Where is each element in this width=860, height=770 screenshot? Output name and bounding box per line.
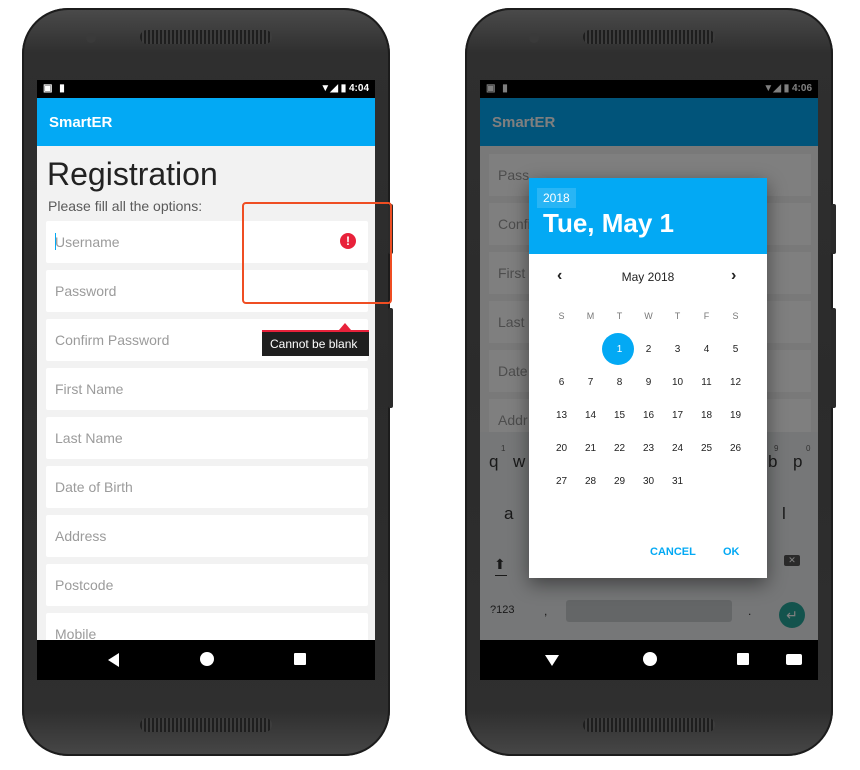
calendar-day[interactable]: 31 bbox=[663, 467, 692, 496]
calendar-day[interactable]: 24 bbox=[663, 434, 692, 463]
calendar-day[interactable]: 6 bbox=[547, 368, 576, 397]
volume-button bbox=[831, 204, 836, 254]
top-speaker bbox=[583, 30, 715, 44]
weekday-label: T bbox=[674, 311, 681, 321]
postcode-placeholder: Postcode bbox=[55, 577, 114, 593]
weekday-label: M bbox=[586, 311, 595, 321]
calendar-day[interactable]: 5 bbox=[721, 335, 750, 364]
bottom-speaker bbox=[583, 718, 715, 732]
calendar-day[interactable]: 4 bbox=[692, 335, 721, 364]
username-placeholder: Username bbox=[55, 234, 120, 250]
date-of-birth-placeholder: Date of Birth bbox=[55, 479, 133, 495]
calendar-day[interactable]: 9 bbox=[634, 368, 663, 397]
phone-right: ▣ ▮ ▼◢ ▮ 4:06 SmartER Pass Confi First L… bbox=[465, 8, 836, 756]
recents-icon[interactable] bbox=[737, 653, 749, 665]
error-tooltip-text: Cannot be blank bbox=[270, 337, 358, 351]
calendar-day[interactable]: 10 bbox=[663, 368, 692, 397]
back-icon[interactable] bbox=[108, 653, 119, 667]
last-name-placeholder: Last Name bbox=[55, 430, 123, 446]
home-icon[interactable] bbox=[200, 652, 214, 666]
date-picker-header: 2018 Tue, May 1 bbox=[529, 178, 767, 254]
date-picker-dialog: 2018 Tue, May 1 ‹ May 2018 › S M T W T F… bbox=[529, 178, 767, 578]
postcode-field[interactable]: Postcode bbox=[46, 564, 368, 606]
calendar-day[interactable]: 22 bbox=[605, 434, 634, 463]
calendar-day[interactable]: 29 bbox=[605, 467, 634, 496]
app-title: SmartER bbox=[49, 114, 113, 131]
calendar-day[interactable]: 14 bbox=[576, 401, 605, 430]
first-name-field[interactable]: First Name bbox=[46, 368, 368, 410]
calendar-day[interactable]: 12 bbox=[721, 368, 750, 397]
calendar-day[interactable]: 16 bbox=[634, 401, 663, 430]
calendar-day[interactable]: 27 bbox=[547, 467, 576, 496]
cancel-button[interactable]: CANCEL bbox=[650, 546, 696, 558]
calendar-day[interactable]: 3 bbox=[663, 335, 692, 364]
password-placeholder: Password bbox=[55, 283, 117, 299]
power-button bbox=[831, 308, 836, 408]
error-highlight-box bbox=[242, 202, 392, 304]
calendar-day[interactable]: 28 bbox=[576, 467, 605, 496]
date-of-birth-field[interactable]: Date of Birth bbox=[46, 466, 368, 508]
page-title: Registration bbox=[47, 156, 218, 192]
ok-button[interactable]: OK bbox=[723, 546, 740, 558]
confirm-password-placeholder: Confirm Password bbox=[55, 332, 170, 348]
app-bar: SmartER bbox=[37, 98, 375, 146]
error-tooltip: Cannot be blank bbox=[262, 330, 369, 356]
top-speaker bbox=[140, 30, 272, 44]
year-label[interactable]: 2018 bbox=[537, 188, 576, 208]
status-right: ▼◢ ▮ 4:04 bbox=[320, 83, 369, 94]
calendar-day[interactable]: 13 bbox=[547, 401, 576, 430]
address-placeholder: Address bbox=[55, 528, 107, 544]
weekday-label: T bbox=[616, 311, 623, 321]
calendar-day[interactable]: 19 bbox=[721, 401, 750, 430]
calendar-day[interactable]: 17 bbox=[663, 401, 692, 430]
nav-bar bbox=[37, 640, 375, 680]
status-bar: ▣ ▮ ▼◢ ▮ 4:04 bbox=[37, 80, 375, 98]
calendar-day[interactable]: 7 bbox=[576, 368, 605, 397]
hide-keyboard-icon[interactable] bbox=[545, 655, 559, 666]
form-subtitle: Please fill all the options: bbox=[48, 198, 203, 214]
calendar-day[interactable]: 15 bbox=[605, 401, 634, 430]
last-name-field[interactable]: Last Name bbox=[46, 417, 368, 459]
nav-bar bbox=[480, 640, 818, 680]
calendar-day[interactable]: 1 bbox=[605, 335, 634, 364]
first-name-placeholder: First Name bbox=[55, 381, 124, 397]
bottom-speaker bbox=[140, 718, 272, 732]
front-camera bbox=[529, 33, 539, 43]
calendar-day[interactable]: 18 bbox=[692, 401, 721, 430]
tooltip-caret bbox=[339, 323, 351, 330]
calendar-day[interactable]: 30 bbox=[634, 467, 663, 496]
selected-date-label[interactable]: Tue, May 1 bbox=[543, 208, 674, 239]
home-icon[interactable] bbox=[643, 652, 657, 666]
calendar-day[interactable]: 8 bbox=[605, 368, 634, 397]
weekday-label: S bbox=[732, 311, 739, 321]
weekday-label: F bbox=[703, 311, 710, 321]
status-time: 4:04 bbox=[348, 83, 369, 94]
calendar-day[interactable]: 26 bbox=[721, 434, 750, 463]
calendar-day[interactable]: 11 bbox=[692, 368, 721, 397]
notification-icons: ▣ ▮ bbox=[43, 83, 67, 94]
calendar-day[interactable]: 23 bbox=[634, 434, 663, 463]
calendar-day[interactable]: 2 bbox=[634, 335, 663, 364]
screen-right: ▣ ▮ ▼◢ ▮ 4:06 SmartER Pass Confi First L… bbox=[480, 80, 818, 680]
power-button bbox=[388, 308, 393, 408]
phone-left: ▣ ▮ ▼◢ ▮ 4:04 SmartER Registration Pleas… bbox=[22, 8, 393, 756]
address-field[interactable]: Address bbox=[46, 515, 368, 557]
screen-left: ▣ ▮ ▼◢ ▮ 4:04 SmartER Registration Pleas… bbox=[37, 80, 375, 680]
chevron-right-icon[interactable]: › bbox=[731, 267, 736, 285]
recents-icon[interactable] bbox=[294, 653, 306, 665]
calendar-day[interactable]: 21 bbox=[576, 434, 605, 463]
weekday-label: S bbox=[558, 311, 565, 321]
calendar-day[interactable]: 25 bbox=[692, 434, 721, 463]
signal-battery-icons: ▼◢ ▮ bbox=[320, 83, 347, 94]
calendar-day[interactable]: 20 bbox=[547, 434, 576, 463]
front-camera bbox=[86, 33, 96, 43]
keyboard-switch-icon[interactable] bbox=[786, 654, 802, 665]
weekday-label: W bbox=[644, 311, 653, 321]
